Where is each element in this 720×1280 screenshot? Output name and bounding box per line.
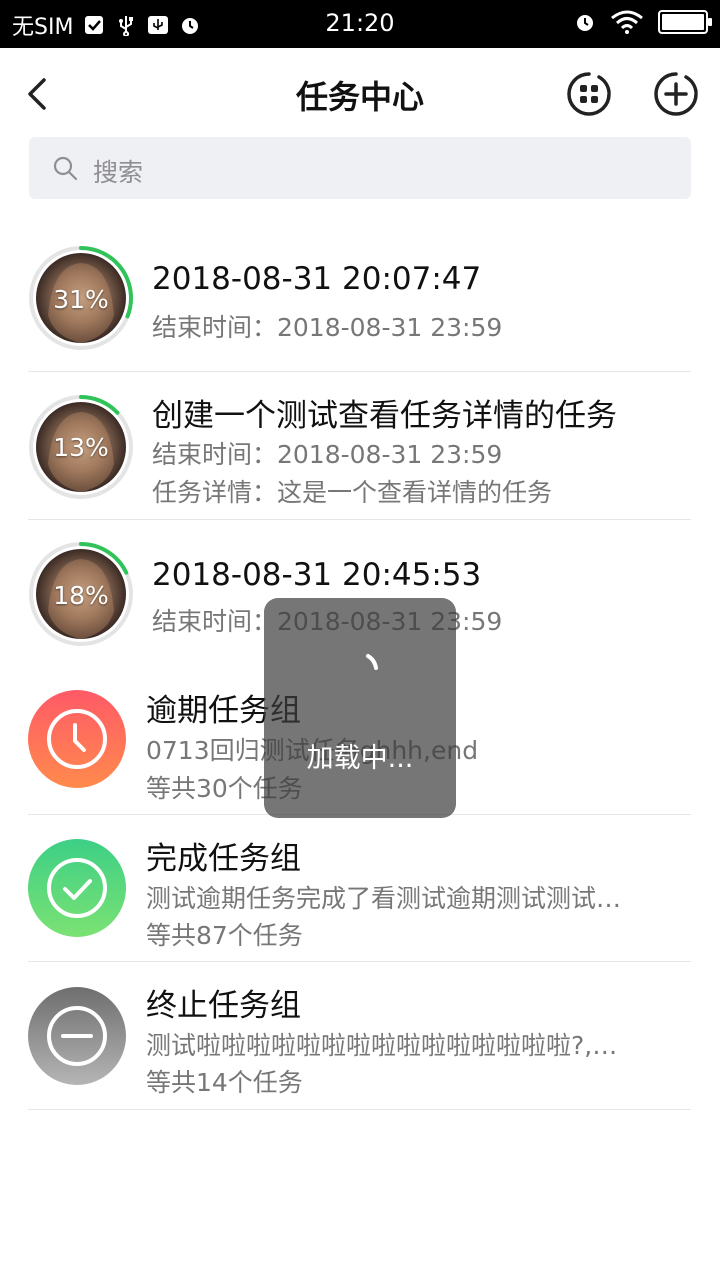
task-title: 2018-08-31 20:45:53 [152,557,482,593]
task-title: 2018-08-31 20:07:47 [152,261,482,297]
spinner-icon [366,654,378,670]
completed-group-badge [28,839,126,937]
task-end-time: 结束时间：2018-08-31 23:59 [152,440,503,469]
group-desc: 测试啦啦啦啦啦啦啦啦啦啦啦啦啦啦啦?,… [146,1031,618,1060]
group-row[interactable]: 完成任务组 测试逾期任务完成了看测试逾期测试测试… 等共87个任务 [28,815,691,962]
task-title: 创建一个测试查看任务详情的任务 [152,398,617,434]
task-progress-label: 18% [53,581,109,610]
battery-icon [658,10,712,34]
group-title: 完成任务组 [146,841,301,877]
group-count: 等共87个任务 [146,921,303,950]
clock-icon [47,709,107,769]
alarm-icon [577,15,593,31]
group-row[interactable]: 终止任务组 测试啦啦啦啦啦啦啦啦啦啦啦啦啦啦啦?,… 等共14个任务 [28,962,691,1110]
check-icon [47,858,107,918]
loading-text: 加载中... [306,743,414,774]
status-bar: 无SIM 21:20 [0,0,720,48]
search-input[interactable]: 搜索 [29,137,691,199]
grid-icon[interactable] [565,70,613,118]
task-detail: 任务详情：这是一个查看详情的任务 [152,478,553,507]
search-icon [53,156,78,181]
nav-bar: 任务中心 [0,48,720,138]
search-placeholder: 搜索 [93,158,144,187]
plus-circle-icon[interactable] [652,70,700,118]
wifi-icon [611,10,643,34]
minus-icon [47,1006,107,1066]
task-row[interactable]: 13% 创建一个测试查看任务详情的任务 结束时间：2018-08-31 23:5… [28,372,691,520]
task-progress-label: 31% [53,285,109,314]
group-desc: 测试逾期任务完成了看测试逾期测试测试… [146,884,622,913]
group-count: 等共14个任务 [146,1068,303,1097]
group-title: 终止任务组 [146,988,301,1024]
overdue-group-badge [28,690,126,788]
terminated-group-badge [28,987,126,1085]
task-row[interactable]: 31% 2018-08-31 20:07:47 结束时间：2018-08-31 … [28,225,691,372]
task-end-time: 结束时间：2018-08-31 23:59 [152,313,503,342]
loading-toast: 加载中... [264,598,456,818]
task-progress-label: 13% [53,433,109,462]
